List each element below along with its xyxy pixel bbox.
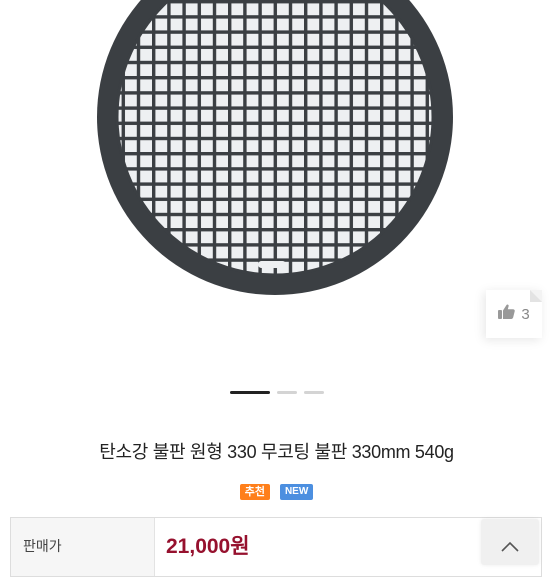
product-title: 탄소강 불판 원형 330 무코팅 불판 330mm 540g	[99, 442, 454, 462]
price-label: 판매가	[23, 538, 62, 554]
gallery-pagination	[0, 391, 553, 394]
gallery-dot-3[interactable]	[303, 391, 324, 394]
chevron-up-icon	[500, 519, 520, 558]
like-button[interactable]: 3	[486, 290, 542, 338]
scroll-top-button[interactable]	[481, 519, 539, 565]
gallery-dot-2[interactable]	[276, 391, 297, 394]
price-label-cell: 판매가	[11, 518, 155, 576]
like-count: 3	[521, 305, 530, 323]
recommend-badge: 추천	[239, 484, 270, 500]
new-badge: NEW	[279, 484, 314, 500]
gallery-dot-1[interactable]	[229, 391, 270, 394]
thumbs-up-icon	[498, 304, 516, 324]
price-value: 21,000원	[166, 535, 250, 558]
corner-fold-decoration	[530, 290, 542, 302]
product-image-area[interactable]: 3	[0, 0, 553, 375]
price-table: 판매가 21,000원	[10, 517, 542, 577]
grill-plate-image	[97, 0, 453, 295]
product-tags: 추천 NEW	[0, 484, 553, 500]
